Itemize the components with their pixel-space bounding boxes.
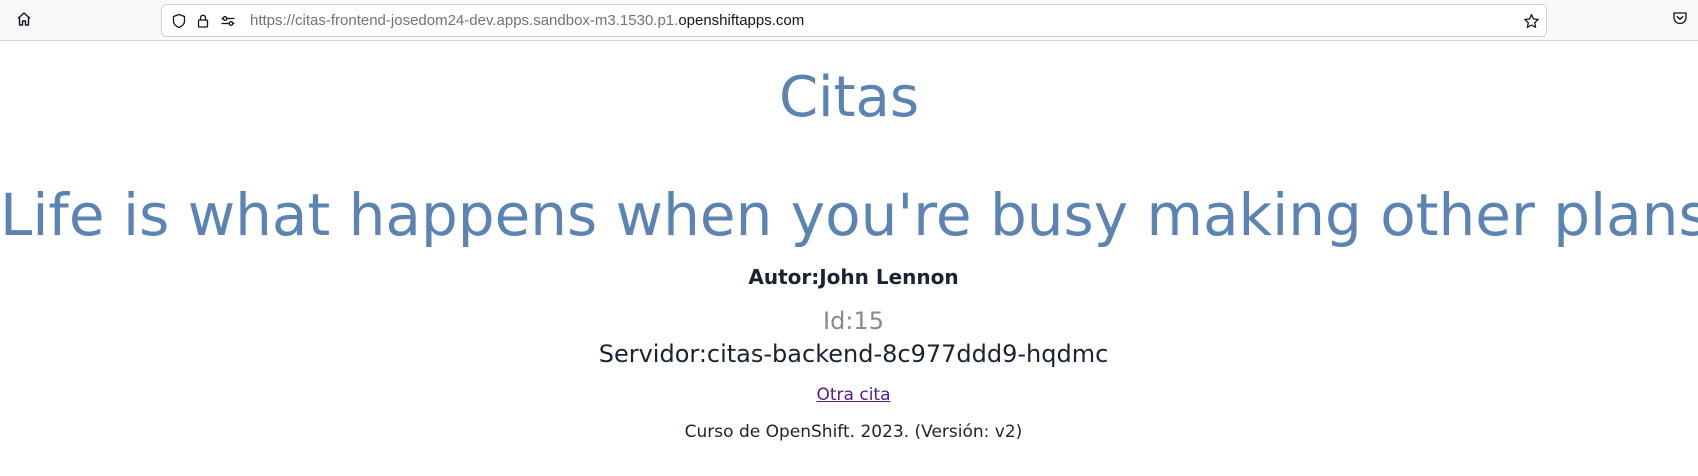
pocket-button[interactable] (1670, 10, 1690, 30)
page-content: Citas Life is what happens when you're b… (0, 41, 1698, 476)
bookmark-star-icon[interactable] (1522, 12, 1540, 30)
home-button[interactable] (11, 8, 37, 34)
quote-id: Id:15 (823, 307, 884, 335)
permissions-icon[interactable] (219, 12, 237, 30)
page-title: Citas (778, 65, 920, 130)
home-icon (16, 11, 32, 31)
link-container: Otra cita (0, 384, 1698, 406)
shield-icon[interactable] (170, 12, 188, 30)
url-text[interactable]: https://citas-frontend-josedom24-dev.app… (250, 12, 804, 30)
address-bar[interactable]: https://citas-frontend-josedom24-dev.app… (161, 4, 1547, 37)
page-footer: Curso de OpenShift. 2023. (Versión: v2) (684, 422, 1023, 442)
pocket-icon (1672, 10, 1688, 30)
url-prefix: https://citas-frontend-josedom24-dev.app… (250, 12, 679, 29)
quote-author: Autor:John Lennon (748, 265, 959, 289)
url-domain: openshiftapps.com (678, 12, 805, 29)
browser-toolbar: https://citas-frontend-josedom24-dev.app… (0, 0, 1698, 41)
quote-text: Life is what happens when you're busy ma… (0, 181, 1698, 249)
another-quote-link[interactable]: Otra cita (816, 385, 890, 405)
lock-icon[interactable] (194, 12, 212, 30)
server-name: Servidor:citas-backend-8c977ddd9-hqdmc (598, 340, 1109, 368)
